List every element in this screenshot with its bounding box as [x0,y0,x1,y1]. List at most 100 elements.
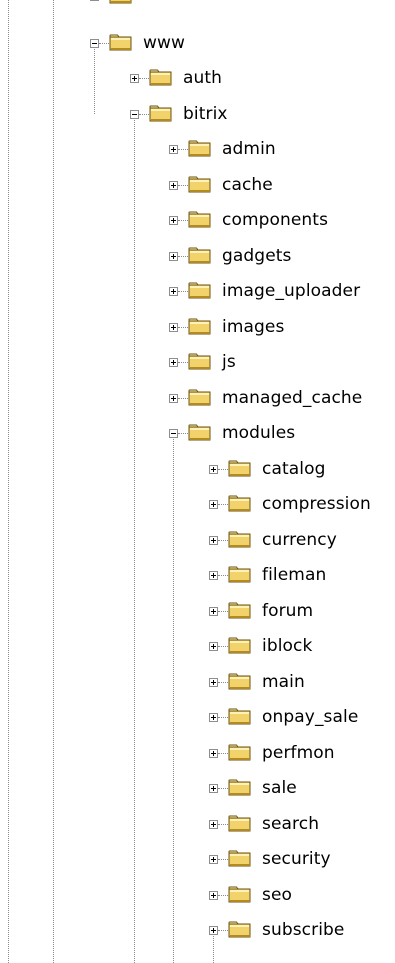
expand-plus-icon[interactable] [209,606,218,616]
folder-icon[interactable] [228,850,252,868]
folder-icon[interactable] [188,282,212,300]
tree-connector-stub [218,788,228,789]
tree-guide-line [8,0,9,963]
expand-plus-icon[interactable] [169,358,178,367]
tree-connector-stub [218,717,228,718]
tree-node-label[interactable]: catalog [262,459,325,479]
folder-icon[interactable] [228,744,252,762]
tree-connector-stub [178,184,188,186]
folder-icon[interactable] [228,531,252,549]
tree-node-label[interactable]: managed_cache [222,388,362,408]
expand-plus-icon[interactable] [209,748,218,758]
folder-icon[interactable] [228,673,252,691]
expand-plus-icon[interactable] [209,464,218,474]
expand-plus-icon[interactable] [169,287,178,296]
expand-plus-icon[interactable] [169,180,178,190]
tree-connector-stub [218,859,228,860]
tree-node-label[interactable]: subscribe [262,920,345,940]
expand-plus-icon[interactable] [169,322,178,332]
tree-connector-stub [178,291,188,292]
collapse-minus-icon[interactable] [169,429,178,438]
tree-node-label[interactable]: currency [262,530,337,550]
tree-connector-stub [139,113,149,115]
expand-plus-icon[interactable] [209,677,218,687]
folder-icon[interactable] [228,708,252,726]
tree-node-label[interactable]: images [222,317,284,337]
tree-node-label[interactable]: www [143,33,185,53]
expand-plus-icon[interactable] [169,393,178,403]
expand-plus-icon[interactable] [209,926,218,935]
folder-icon[interactable] [228,460,252,478]
tree-node-label[interactable]: modules [222,423,295,443]
tree-node-label[interactable]: gadgets [222,246,291,266]
folder-icon[interactable] [188,247,212,265]
folder-icon[interactable] [188,424,212,442]
tree-node-label[interactable]: main [262,672,305,692]
tree-connector-stub [218,468,228,470]
folder-icon[interactable] [188,176,212,194]
collapse-minus-icon[interactable] [130,109,139,119]
folder-icon[interactable] [228,815,252,833]
tree-node-label[interactable]: image_uploader [222,281,360,301]
folder-icon[interactable] [188,211,212,229]
tree-connector-stub [139,78,149,79]
expand-plus-icon[interactable] [130,74,139,83]
folder-icon[interactable] [228,566,252,584]
expand-plus-icon[interactable] [209,642,218,651]
folder-icon[interactable] [228,637,252,655]
folder-icon[interactable] [228,921,252,939]
tree-connector-line [134,113,135,963]
folder-icon[interactable] [228,602,252,620]
expand-plus-icon[interactable] [209,500,218,509]
folder-icon[interactable] [228,495,252,513]
folder-icon[interactable] [228,779,252,797]
tree-connector-stub [218,646,228,647]
tree-node-label[interactable]: forum [262,601,313,621]
collapse-minus-icon[interactable] [90,38,99,48]
tree-node-label[interactable]: fileman [262,565,326,585]
folder-icon[interactable] [149,69,173,87]
expand-plus-icon[interactable] [90,0,99,1]
expand-plus-icon[interactable] [169,145,178,154]
expand-plus-icon[interactable] [209,855,218,864]
tree-node-label[interactable]: admin [222,139,276,159]
folder-icon[interactable] [188,318,212,336]
folder-icon[interactable] [188,140,212,158]
folder-icon[interactable] [109,34,133,52]
expand-plus-icon[interactable] [209,571,218,580]
tree-node-label[interactable]: iblock [262,636,312,656]
tree-node-label[interactable]: components [222,210,328,230]
tree-connector-stub [218,575,228,576]
tree-connector-line [94,48,95,114]
folder-icon[interactable] [188,353,212,371]
folder-icon[interactable] [188,389,212,407]
tree-connector-stub [178,433,188,434]
tree-node-label[interactable]: js [222,352,236,372]
tree-connector-stub [218,752,228,754]
tree-node-label[interactable]: sale [262,778,297,798]
expand-plus-icon[interactable] [209,890,218,900]
expand-plus-icon[interactable] [209,819,218,829]
expand-plus-icon[interactable] [169,251,178,261]
tree-node-label[interactable]: security [262,849,331,869]
folder-tree: www auth bitrix admin cache components gadgets… [0,0,395,963]
tree-connector-stub [178,326,188,328]
folder-icon[interactable] [149,105,173,123]
tree-node-label[interactable]: compression [262,494,371,514]
expand-plus-icon[interactable] [209,784,218,793]
tree-node-label[interactable]: auth [183,68,222,88]
tree-node-label[interactable]: perfmon [262,743,335,763]
tree-connector-stub [218,504,228,505]
tree-node-label[interactable]: bitrix [183,104,228,124]
expand-plus-icon[interactable] [209,713,218,722]
tree-connector-stub [218,930,228,931]
tree-node-label[interactable]: search [262,814,319,834]
folder-icon[interactable] [228,886,252,904]
tree-node-label[interactable]: seo [262,885,292,905]
tree-node-label[interactable]: cache [222,175,273,195]
expand-plus-icon[interactable] [209,535,218,545]
tree-connector-stub [178,255,188,257]
expand-plus-icon[interactable] [169,216,178,225]
tree-node-label[interactable]: onpay_sale [262,707,358,727]
folder-icon[interactable] [109,0,133,5]
